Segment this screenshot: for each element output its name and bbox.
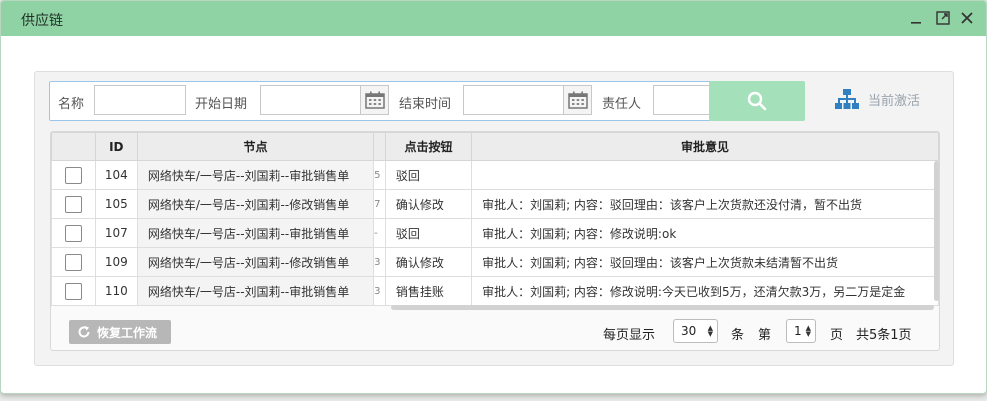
- id-cell: 110: [94, 276, 138, 306]
- rows-unit-label: 条: [731, 328, 745, 343]
- supply-chain-window: 供应链 名称 开始日期 结束时间 责任人 当前激活 ID 节点 点击按钮 审批意…: [0, 0, 987, 394]
- vertical-scrollbar[interactable]: [934, 161, 939, 301]
- row-checkbox-cell[interactable]: [51, 189, 96, 219]
- search-icon: [747, 91, 767, 111]
- id-cell: 104: [94, 160, 138, 190]
- per-page-select[interactable]: 30 ▲ ▼: [673, 319, 718, 343]
- id-cell: 107: [94, 218, 138, 248]
- row-checkbox-cell[interactable]: [51, 218, 96, 248]
- search-bar: 名称 开始日期 结束时间 责任人: [49, 81, 721, 121]
- close-icon[interactable]: [959, 10, 975, 26]
- action-cell: 驳回: [384, 218, 473, 248]
- current-active-label: 当前激活: [868, 93, 921, 109]
- action-cell: 确认修改: [384, 189, 473, 219]
- select-column-header: [51, 132, 96, 161]
- action-column-header[interactable]: 点击按钮: [384, 132, 473, 161]
- main-panel: 名称 开始日期 结束时间 责任人 当前激活 ID 节点 点击按钮 审批意见 10…: [34, 71, 954, 366]
- node-cell: 网络快车/一号店--刘国莉--修改销售单: [136, 189, 375, 219]
- maximize-icon[interactable]: [935, 10, 951, 26]
- page-number-select[interactable]: 1 ▲ ▼: [786, 319, 816, 343]
- opinion-cell: 审批人：刘国莉; 内容：修改说明:今天已收到5万，还清欠款3万，另二万是定金: [471, 276, 939, 306]
- spinner-arrows-icon: ▲ ▼: [805, 324, 811, 338]
- start-date-label: 开始日期: [195, 97, 248, 112]
- opinion-cell: 审批人：刘国莉; 内容：驳回理由：该客户上次货款未结清暂不出货: [471, 247, 939, 277]
- owner-label: 责任人: [602, 97, 642, 112]
- hidden-column-cell: 7: [373, 189, 386, 219]
- table-row[interactable]: 109 网络快车/一号店--刘国莉--修改销售单 3 确认修改 审批人：刘国莉;…: [51, 247, 939, 277]
- table-row[interactable]: 104 网络快车/一号店--刘国莉--审批销售单 5 驳回: [51, 160, 939, 190]
- row-checkbox[interactable]: [64, 166, 82, 184]
- opinion-cell: 审批人：刘国莉; 内容：修改说明:ok: [471, 218, 939, 248]
- column-divider: [373, 132, 386, 161]
- hidden-column-cell: 3: [373, 247, 386, 277]
- grid-footer: 恢复工作流 每页显示 30 ▲ ▼ 条 第 1 ▲ ▼ 页 共5条1页: [51, 314, 939, 350]
- table-row[interactable]: 105 网络快车/一号店--刘国莉--修改销售单 7 确认修改 审批人：刘国莉;…: [51, 189, 939, 219]
- node-cell: 网络快车/一号店--刘国莉--审批销售单: [136, 160, 375, 190]
- node-cell: 网络快车/一号店--刘国莉--修改销售单: [136, 247, 375, 277]
- opinion-cell: 审批人：刘国莉; 内容：驳回理由：该客户上次货款还没付清，暂不出货: [471, 189, 939, 219]
- id-cell: 109: [94, 247, 138, 277]
- node-cell: 网络快车/一号店--刘国莉--审批销售单: [136, 218, 375, 248]
- minimize-icon[interactable]: [908, 10, 924, 26]
- end-time-input[interactable]: [463, 85, 564, 115]
- opinion-column-header[interactable]: 审批意见: [471, 132, 939, 161]
- grid-container: ID 节点 点击按钮 审批意见 104 网络快车/一号店--刘国莉--审批销售单…: [50, 131, 940, 351]
- hidden-column-cell: 5: [373, 160, 386, 190]
- approval-table: ID 节点 点击按钮 审批意见 104 网络快车/一号店--刘国莉--审批销售单…: [51, 132, 939, 306]
- page-unit-label: 页: [830, 328, 844, 343]
- id-cell: 105: [94, 189, 138, 219]
- search-button[interactable]: [709, 81, 805, 121]
- calendar-icon[interactable]: [564, 85, 592, 115]
- row-checkbox-cell[interactable]: [51, 247, 96, 277]
- row-checkbox[interactable]: [64, 282, 82, 300]
- table-row[interactable]: 110 网络快车/一号店--刘国莉--审批销售单 3 销售挂账 审批人：刘国莉;…: [51, 276, 939, 306]
- page-prefix-label: 第: [758, 328, 772, 343]
- hidden-column-cell: -: [373, 218, 386, 248]
- node-cell: 网络快车/一号店--刘国莉--审批销售单: [136, 276, 375, 306]
- row-checkbox[interactable]: [64, 224, 82, 242]
- per-page-value: 30: [681, 324, 697, 338]
- org-chart-icon: [835, 89, 859, 109]
- table-header-row: ID 节点 点击按钮 审批意见: [51, 132, 939, 161]
- total-count-text: 共5条1页: [856, 328, 912, 343]
- title-bar[interactable]: 供应链: [1, 1, 986, 36]
- per-page-label: 每页显示: [603, 328, 656, 343]
- refresh-icon: [78, 326, 90, 338]
- start-date-input[interactable]: [260, 85, 361, 115]
- action-cell: 确认修改: [384, 247, 473, 277]
- row-checkbox-cell[interactable]: [51, 160, 96, 190]
- row-checkbox[interactable]: [64, 253, 82, 271]
- action-cell: 驳回: [384, 160, 473, 190]
- page-number-value: 1: [794, 324, 802, 338]
- restore-workflow-button[interactable]: 恢复工作流: [69, 320, 171, 344]
- window-title: 供应链: [21, 13, 63, 29]
- name-label: 名称: [58, 97, 85, 112]
- node-column-header[interactable]: 节点: [136, 132, 375, 161]
- end-time-label: 结束时间: [399, 97, 452, 112]
- table-row[interactable]: 107 网络快车/一号店--刘国莉--审批销售单 - 驳回 审批人：刘国莉; 内…: [51, 218, 939, 248]
- restore-workflow-label: 恢复工作流: [97, 325, 158, 340]
- id-column-header[interactable]: ID: [94, 132, 138, 161]
- row-checkbox[interactable]: [64, 195, 82, 213]
- opinion-cell: [471, 160, 939, 190]
- spinner-arrows-icon: ▲ ▼: [707, 324, 713, 338]
- calendar-icon[interactable]: [361, 85, 389, 115]
- current-active-button[interactable]: 当前激活: [835, 88, 920, 110]
- hidden-column-cell: 3: [373, 276, 386, 306]
- horizontal-scrollbar[interactable]: [391, 305, 934, 310]
- action-cell: 销售挂账: [384, 276, 473, 306]
- row-checkbox-cell[interactable]: [51, 276, 96, 306]
- name-input[interactable]: [94, 85, 186, 115]
- owner-input[interactable]: [653, 85, 717, 115]
